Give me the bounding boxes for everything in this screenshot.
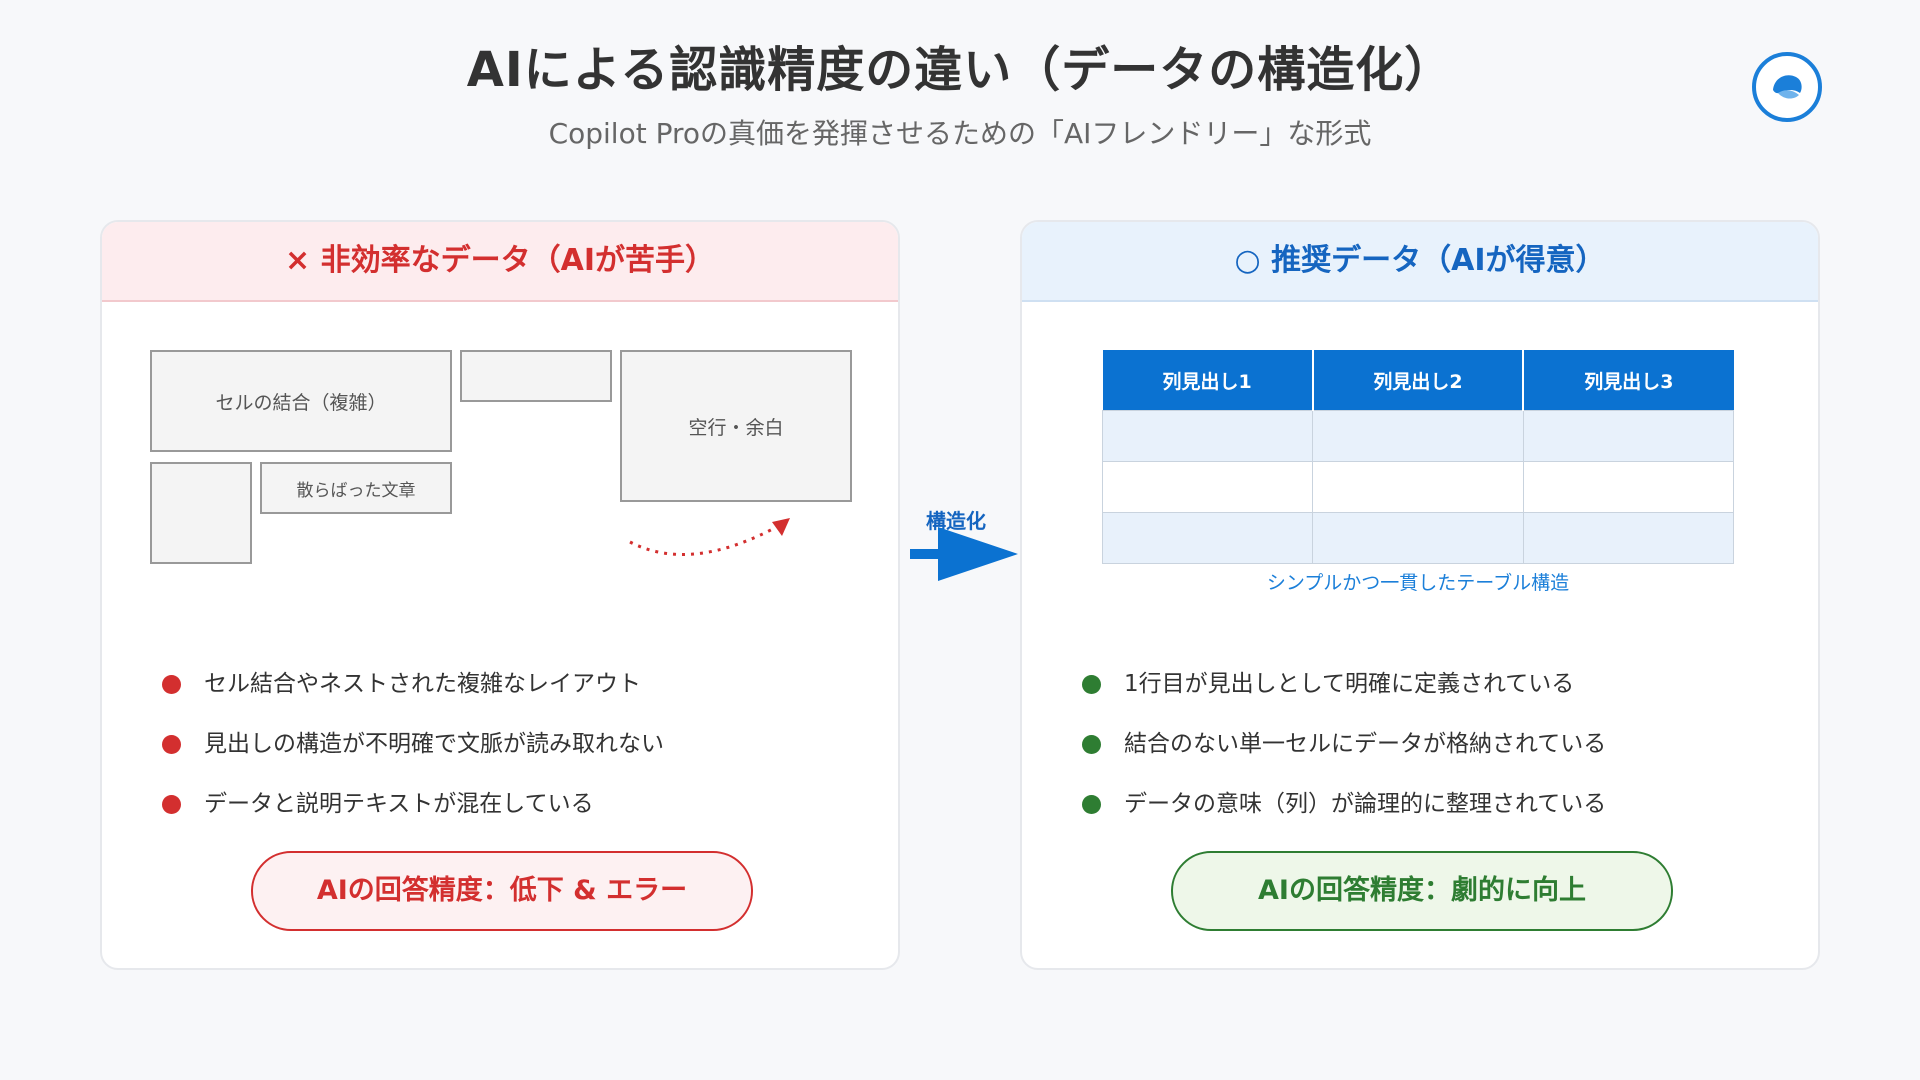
table-cell (1522, 512, 1735, 564)
bullet-dot-icon (162, 795, 181, 814)
list-item: 見出しの構造が不明確で文脈が読み取れない (162, 714, 664, 774)
blank-area-box: 空行・余白 (620, 350, 852, 502)
recommended-bullet-list: 1行目が見出しとして明確に定義されている 結合のない単一セルにデータが格納されて… (1082, 654, 1606, 834)
table-cell (1312, 461, 1524, 513)
table-caption: シンプルかつ一貫したテーブル構造 (1266, 572, 1570, 594)
accuracy-decrease-badge: AIの回答精度：低下 & エラー (251, 851, 753, 931)
recommended-panel-heading: ○ 推奨データ（AIが得意） (1022, 222, 1818, 302)
bullet-dot-icon (1082, 795, 1101, 814)
structuring-arrow: 構造化 (908, 505, 1020, 585)
right-arrow-icon (910, 527, 1018, 581)
list-item: データと説明テキストが混在している (162, 774, 664, 834)
list-item: 結合のない単一セルにデータが格納されている (1082, 714, 1606, 774)
blank-area-label: 空行・余白 (688, 416, 784, 439)
table-row (1101, 410, 1735, 462)
table-cell (1101, 512, 1314, 564)
table-cell (1312, 512, 1524, 564)
inefficient-panel-heading: × 非効率なデータ（AIが苦手） (102, 222, 898, 302)
table-cell (1101, 461, 1314, 513)
table-row (1101, 512, 1735, 564)
list-item: セル結合やネストされた複雑なレイアウト (162, 654, 664, 714)
copilot-icon (1773, 75, 1802, 99)
table-cell (1312, 410, 1524, 462)
inefficient-data-panel: × 非効率なデータ（AIが苦手） セルの結合（複雑） 空行・余白 散らばった文章… (100, 220, 900, 970)
merged-cell-label: セルの結合（複雑） (215, 391, 387, 414)
page-subtitle: Copilot Proの真価を発揮させるための「AIフレンドリー」な形式 (548, 117, 1372, 150)
dotted-curve-arrow (629, 518, 790, 556)
accuracy-improve-badge: AIの回答精度：劇的に向上 (1171, 851, 1673, 931)
bullet-dot-icon (162, 735, 181, 754)
bullet-dot-icon (162, 675, 181, 694)
recommended-data-panel: ○ 推奨データ（AIが得意） 列見出し1 列見出し2 列見出し3 シンプルかつ一… (1020, 220, 1820, 970)
table-header-cell: 列見出し2 (1312, 350, 1525, 411)
page-title: AIによる認識精度の違い（データの構造化） (466, 42, 1454, 98)
scattered-text-box: 散らばった文章 (260, 462, 452, 514)
bullet-dot-icon (1082, 735, 1101, 754)
table-cell (1522, 410, 1735, 462)
table-row (1101, 461, 1735, 513)
merged-cell-box: セルの結合（複雑） (150, 350, 452, 452)
table-cell (1522, 461, 1735, 513)
scattered-text-label: 散らばった文章 (296, 480, 416, 501)
list-item: データの意味（列）が論理的に整理されている (1082, 774, 1606, 834)
copilot-logo (1752, 52, 1822, 122)
table-cell (1101, 410, 1314, 462)
list-item: 1行目が見出しとして明確に定義されている (1082, 654, 1606, 714)
empty-cell-box (150, 462, 252, 564)
structured-table: 列見出し1 列見出し2 列見出し3 (1101, 350, 1735, 564)
small-cell-box (460, 350, 612, 402)
table-header-cell: 列見出し3 (1523, 350, 1734, 411)
table-header-cell: 列見出し1 (1102, 350, 1314, 411)
bullet-dot-icon (1082, 675, 1101, 694)
inefficient-bullet-list: セル結合やネストされた複雑なレイアウト 見出しの構造が不明確で文脈が読み取れない… (162, 654, 664, 834)
